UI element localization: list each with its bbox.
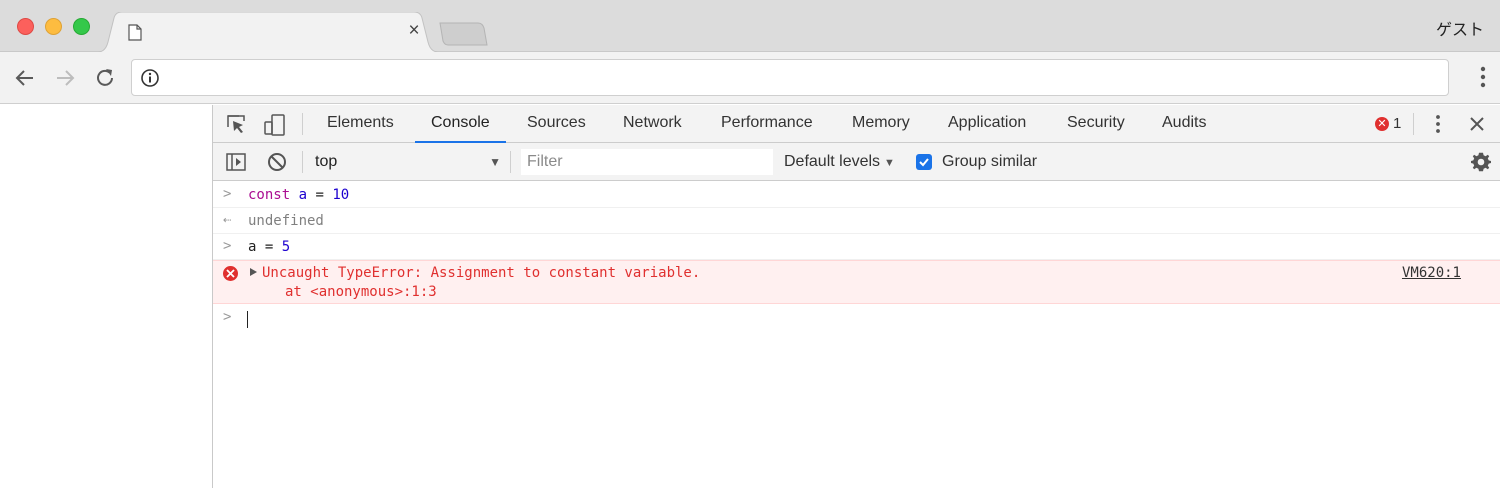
tab-console[interactable]: Console: [415, 105, 506, 143]
error-icon: ✕: [1375, 117, 1389, 132]
devtools-menu-icon[interactable]: [1427, 113, 1449, 135]
gear-icon[interactable]: [1471, 152, 1491, 175]
result-arrow-icon: ⇠: [223, 212, 232, 228]
log-levels-label: Default levels: [784, 153, 881, 170]
error-message: Uncaught TypeError: Assignment to consta…: [262, 265, 701, 281]
error-stack: at <anonymous>:1:3: [285, 284, 437, 300]
input-prompt-icon: >: [223, 238, 232, 254]
devtools-panel: Elements Console Sources Network Perform…: [212, 105, 1500, 488]
expand-triangle-icon[interactable]: [250, 268, 257, 276]
close-icon[interactable]: [1466, 113, 1488, 135]
close-window-button[interactable]: [17, 18, 34, 35]
tab-performance[interactable]: Performance: [705, 105, 829, 143]
address-bar[interactable]: [131, 59, 1449, 96]
toolbar-divider: [1413, 113, 1414, 135]
context-value: top: [315, 153, 338, 170]
reload-icon[interactable]: [92, 65, 118, 91]
code-number: 5: [281, 239, 291, 255]
zoom-window-button[interactable]: [73, 18, 90, 35]
group-similar-checkbox[interactable]: [916, 154, 932, 170]
tab-audits[interactable]: Audits: [1146, 105, 1222, 143]
dropdown-arrow-icon: ▼: [489, 155, 501, 169]
tab-sources[interactable]: Sources: [511, 105, 602, 143]
tab-memory[interactable]: Memory: [836, 105, 926, 143]
tab-application[interactable]: Application: [932, 105, 1042, 143]
console-result: undefined: [248, 213, 324, 229]
inspect-element-icon[interactable]: [225, 113, 247, 135]
toolbar-divider: [302, 151, 303, 173]
error-count: 1: [1393, 115, 1402, 132]
tab-network[interactable]: Network: [607, 105, 698, 143]
source-link[interactable]: VM620:1: [1402, 265, 1461, 281]
input-prompt-icon: >: [223, 186, 232, 202]
console-prompt-line[interactable]: >: [213, 304, 1500, 334]
dropdown-arrow-icon: ▼: [884, 157, 895, 169]
log-levels-dropdown[interactable]: Default levels ▼: [784, 151, 895, 174]
text-cursor: [247, 311, 248, 328]
console-result-line: ⇠ undefined: [213, 208, 1500, 234]
browser-toolbar: [0, 52, 1500, 104]
code-operator: =: [307, 187, 333, 203]
page-content: [0, 105, 212, 488]
code-operator: =: [256, 239, 282, 255]
context-selector[interactable]: top ▼: [315, 150, 503, 174]
new-tab-button[interactable]: [438, 22, 488, 49]
filter-input[interactable]: [521, 149, 773, 175]
console-code: const a = 10: [248, 187, 349, 203]
browser-tab[interactable]: ×: [92, 12, 444, 53]
toolbar-divider: [302, 113, 303, 135]
sidebar-toggle-icon[interactable]: [225, 151, 247, 173]
error-count-badge[interactable]: ✕ 1: [1375, 115, 1401, 133]
console-output: > const a = 10 ⇠ undefined > a = 5 Uncau…: [213, 182, 1500, 488]
tab-elements[interactable]: Elements: [311, 105, 410, 143]
code-variable: a: [298, 187, 308, 203]
minimize-window-button[interactable]: [45, 18, 62, 35]
tab-close-icon[interactable]: ×: [404, 21, 424, 41]
console-toolbar: top ▼ Default levels▼ Group similar: [213, 143, 1500, 181]
vertical-dots-icon[interactable]: [1480, 66, 1486, 91]
console-code: a = 5: [248, 239, 290, 255]
clear-console-icon[interactable]: [266, 151, 288, 173]
devtools-tab-bar: Elements Console Sources Network Perform…: [213, 105, 1500, 143]
info-icon[interactable]: [140, 68, 160, 91]
group-similar-label[interactable]: Group similar: [942, 151, 1037, 173]
profile-label[interactable]: ゲスト: [1436, 16, 1484, 40]
toolbar-divider: [510, 151, 511, 173]
console-error-line: Uncaught TypeError: Assignment to consta…: [213, 260, 1500, 304]
arrow-right-icon[interactable]: [52, 65, 78, 91]
console-input-line: > const a = 10: [213, 182, 1500, 208]
title-bar: × ゲスト: [0, 0, 1500, 53]
code-keyword: const: [248, 187, 291, 203]
prompt-caret-icon: >: [223, 309, 232, 325]
code-number: 10: [332, 187, 350, 203]
error-icon: [223, 266, 238, 281]
device-toolbar-icon[interactable]: [263, 113, 285, 136]
tab-security[interactable]: Security: [1051, 105, 1141, 143]
arrow-left-icon[interactable]: [12, 65, 38, 91]
console-input-line: > a = 5: [213, 234, 1500, 260]
